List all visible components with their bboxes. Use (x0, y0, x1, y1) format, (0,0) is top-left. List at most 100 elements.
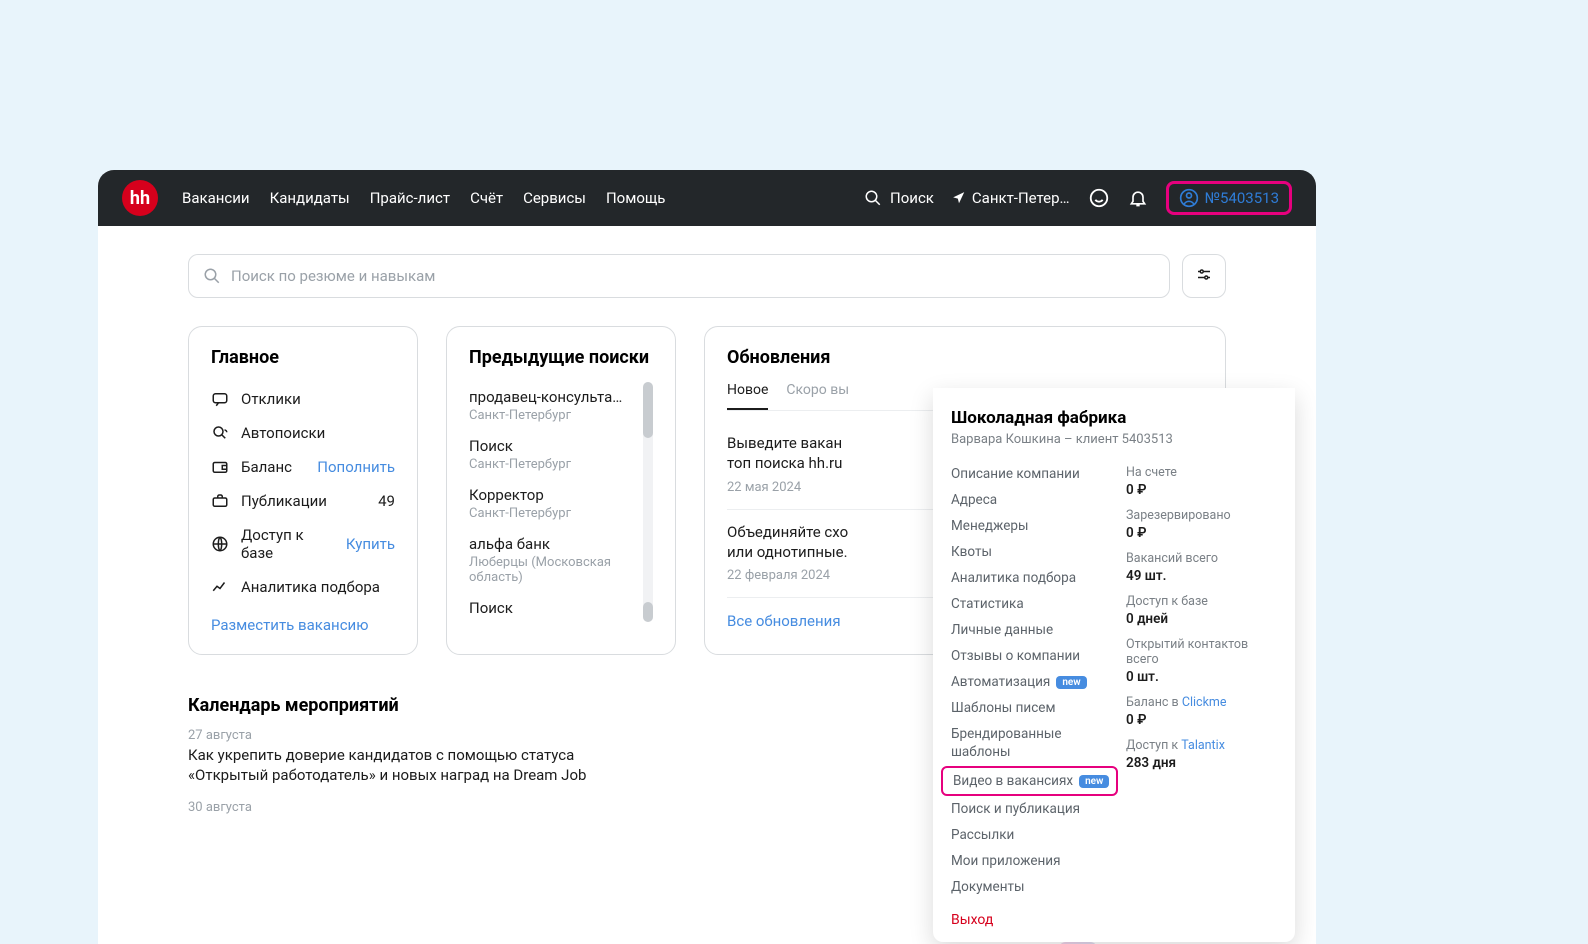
nav-pricelist[interactable]: Прайс-лист (370, 189, 450, 207)
chart-icon (211, 578, 229, 596)
dd-analytics[interactable]: Аналитика подбора (951, 565, 1118, 591)
nav-services[interactable]: Сервисы (523, 189, 586, 207)
item-label: Публикации (241, 492, 327, 510)
topbar-right: Поиск Санкт-Петер… №5403513 (864, 181, 1292, 215)
stat-value: 283 дня (1126, 755, 1277, 771)
stat-value: 0 ₽ (1126, 712, 1277, 728)
dd-quotas[interactable]: Квоты (951, 539, 1118, 565)
prev-item[interactable]: альфа банк Люберцы (Московская область) (469, 529, 635, 593)
city-label: Санкт-Петер… (972, 189, 1070, 207)
dd-branded-templates[interactable]: Брендированные шаблоны (951, 721, 1118, 766)
resume-search-input[interactable] (231, 267, 1155, 285)
scrollbar-thumb[interactable] (643, 382, 653, 438)
prev-card-title: Предыдущие поиски (469, 347, 653, 368)
chat-bubble-icon (211, 390, 229, 408)
item-label: Аналитика подбора (241, 578, 380, 596)
dd-search-publish[interactable]: Поиск и публикация (951, 796, 1118, 822)
company-name: Шоколадная фабрика (933, 408, 1295, 428)
topbar: hh Вакансии Кандидаты Прайс-лист Счёт Се… (98, 170, 1316, 226)
bell-icon[interactable] (1128, 188, 1148, 208)
stat-label: Зарезервировано (1126, 508, 1277, 523)
clickme-link[interactable]: Clickme (1182, 695, 1227, 710)
prev-sub: Санкт-Петербург (469, 506, 635, 521)
stat-value: 0 дней (1126, 611, 1277, 627)
nav-vacancies[interactable]: Вакансии (182, 189, 250, 207)
search-label: Поиск (890, 189, 934, 207)
search-trigger[interactable]: Поиск (864, 189, 934, 207)
dd-mailings[interactable]: Рассылки (951, 822, 1118, 848)
main-nav: Вакансии Кандидаты Прайс-лист Счёт Серви… (182, 189, 665, 207)
user-icon (1179, 188, 1199, 208)
sliders-icon (1195, 267, 1213, 285)
db-access-item[interactable]: Доступ к базе Купить (211, 518, 395, 570)
calendar-item[interactable]: 27 августа Как укрепить доверие кандидат… (188, 728, 628, 786)
prev-title: Корректор (469, 486, 635, 504)
autosearch-item[interactable]: Автопоиски (211, 416, 395, 450)
account-id: №5403513 (1205, 189, 1279, 207)
dd-statistics[interactable]: Статистика (951, 591, 1118, 617)
balance-item[interactable]: Баланс Пополнить (211, 450, 395, 484)
scrollbar-thumb[interactable] (643, 602, 653, 622)
talantix-link[interactable]: Talantix (1181, 738, 1225, 753)
dd-automation[interactable]: Автоматизацияnew (951, 669, 1118, 695)
prev-sub: Люберцы (Московская область) (469, 555, 635, 585)
prev-list: продавец-консульта… Санкт-Петербург Поиск… (469, 382, 653, 622)
prev-searches-card: Предыдущие поиски продавец-консульта… Сан… (446, 326, 676, 655)
dd-company-desc[interactable]: Описание компании (951, 461, 1118, 487)
item-label: Отклики (241, 390, 301, 408)
main-card-title: Главное (211, 347, 395, 368)
search-icon (203, 267, 221, 285)
stat-label: На счете (1126, 465, 1277, 480)
nav-candidates[interactable]: Кандидаты (270, 189, 350, 207)
prev-title: продавец-консульта… (469, 388, 635, 406)
prev-item[interactable]: продавец-консульта… Санкт-Петербург (469, 382, 635, 431)
prev-title: Поиск (469, 437, 635, 455)
cal-date: 30 августа (188, 800, 628, 815)
scrollbar[interactable] (643, 382, 653, 622)
dd-my-apps[interactable]: Мои приложения (951, 848, 1118, 874)
search-input-wrap[interactable] (188, 254, 1170, 298)
publications-count: 49 (378, 492, 395, 510)
app-window: hh Вакансии Кандидаты Прайс-лист Счёт Се… (98, 170, 1316, 944)
prev-title: альфа банк (469, 535, 635, 553)
city-trigger[interactable]: Санкт-Петер… (952, 189, 1070, 207)
calendar-item[interactable]: 30 августа (188, 800, 628, 815)
dd-managers[interactable]: Менеджеры (951, 513, 1118, 539)
nav-account[interactable]: Счёт (470, 189, 503, 207)
item-label: Автопоиски (241, 424, 325, 442)
dd-templates[interactable]: Шаблоны писем (951, 695, 1118, 721)
tab-soon[interactable]: Скоро вы (786, 382, 849, 410)
dd-personal[interactable]: Личные данные (951, 617, 1118, 643)
prev-sub: Санкт-Петербург (469, 408, 635, 423)
dd-documents[interactable]: Документы (951, 874, 1118, 900)
stat-label: Открытий контактов всего (1126, 637, 1277, 667)
settings-button[interactable] (1182, 254, 1226, 298)
publications-item[interactable]: Публикации 49 (211, 484, 395, 518)
logout-link[interactable]: Выход (933, 900, 1295, 928)
responses-item[interactable]: Отклики (211, 382, 395, 416)
buy-link[interactable]: Купить (346, 535, 395, 553)
prev-sub: Санкт-Петербург (469, 457, 635, 472)
nav-help[interactable]: Помощь (606, 189, 666, 207)
cal-text: Как укрепить доверие кандидатов с помощь… (188, 745, 628, 786)
item-label: Доступ к базе (241, 526, 334, 562)
new-badge: new (1079, 775, 1109, 788)
place-vacancy-link[interactable]: Разместить вакансию (211, 616, 395, 634)
dd-addresses[interactable]: Адреса (951, 487, 1118, 513)
logo[interactable]: hh (122, 180, 158, 216)
prev-item[interactable]: Поиск (469, 593, 635, 622)
search-icon (864, 189, 882, 207)
chat-icon[interactable] (1088, 187, 1110, 209)
dd-video-vacancies[interactable]: Видео в вакансияхnew (941, 766, 1118, 796)
account-menu-trigger[interactable]: №5403513 (1166, 181, 1292, 215)
prev-item[interactable]: Поиск Санкт-Петербург (469, 431, 635, 480)
prev-title: Поиск (469, 599, 635, 617)
stat-label: Доступ к Talantix (1126, 738, 1277, 753)
tab-new[interactable]: Новое (727, 382, 768, 410)
prev-item[interactable]: Корректор Санкт-Петербург (469, 480, 635, 529)
cal-date: 27 августа (188, 728, 628, 743)
autosearch-icon (211, 424, 229, 442)
analytics-item[interactable]: Аналитика подбора (211, 570, 395, 604)
topup-link[interactable]: Пополнить (317, 458, 395, 476)
dd-reviews[interactable]: Отзывы о компании (951, 643, 1118, 669)
